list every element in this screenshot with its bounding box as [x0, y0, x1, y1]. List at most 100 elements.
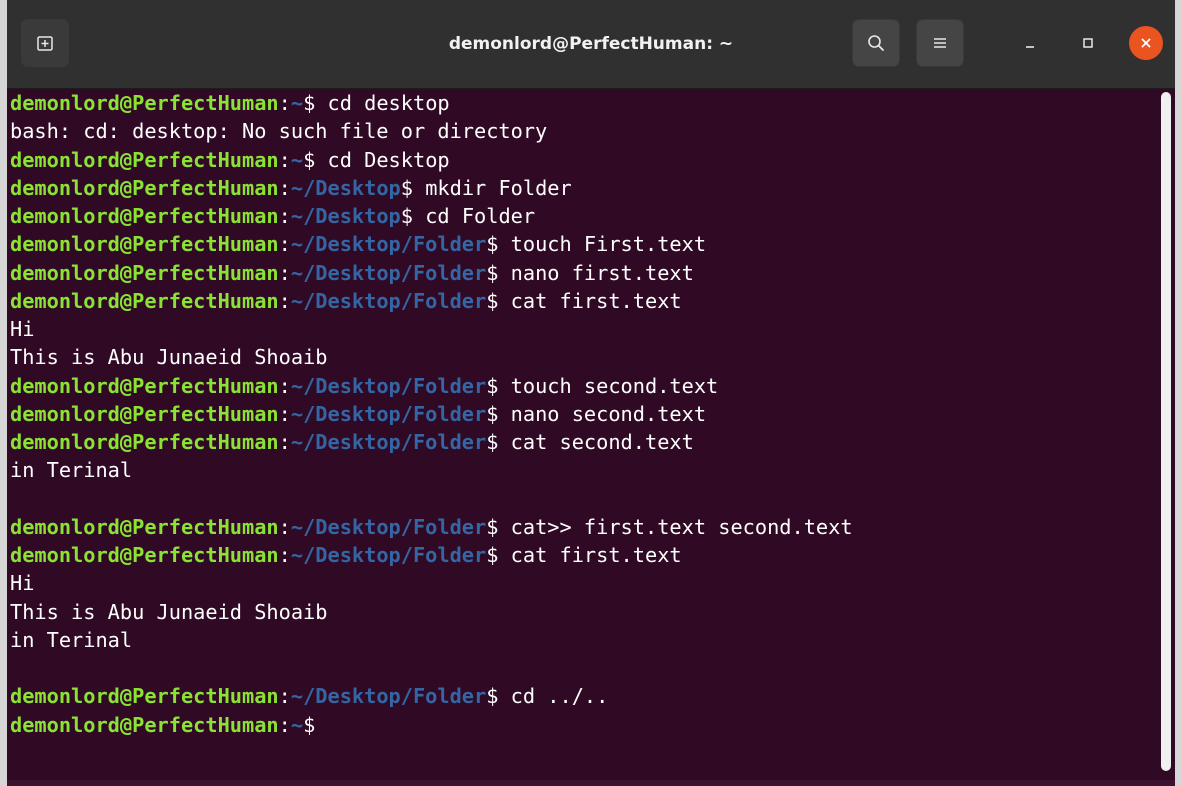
prompt-user-host: demonlord@PerfectHuman: [10, 543, 279, 567]
window-bottom-edge: [7, 780, 1175, 786]
prompt-user-host: demonlord@PerfectHuman: [10, 175, 279, 200]
prompt-separator: :: [278, 175, 291, 200]
command-text: cd Desktop: [315, 147, 450, 172]
prompt-path: ~/Desktop/Folder: [290, 260, 487, 285]
prompt-path: ~/Desktop/Folder: [290, 373, 487, 398]
prompt-user-host: demonlord@PerfectHuman: [10, 430, 279, 454]
command-text: mkdir Folder: [412, 175, 572, 200]
command-text: touch second.text: [498, 373, 719, 398]
prompt-separator: :: [278, 514, 291, 539]
output-line: This is Abu Junaeid Shoaib: [10, 345, 328, 370]
prompt-separator: :: [278, 373, 291, 398]
prompt-line: demonlord@PerfectHuman:~/Desktop/Folder$…: [10, 230, 1175, 258]
output-line: in Terinal: [10, 627, 133, 652]
prompt-separator: :: [278, 288, 291, 313]
prompt-user-host: demonlord@PerfectHuman: [10, 147, 279, 172]
minimize-icon: [1026, 46, 1034, 48]
scrollbar[interactable]: [1161, 92, 1171, 771]
hamburger-menu-icon: [934, 38, 946, 48]
new-tab-icon: [37, 36, 53, 51]
prompt-separator: :: [278, 430, 291, 454]
new-tab-button[interactable]: [21, 19, 69, 67]
prompt-line: demonlord@PerfectHuman:~/Desktop/Folder$…: [10, 372, 1175, 400]
command-text: cd Folder: [412, 204, 536, 228]
prompt-path: ~/Desktop: [290, 204, 401, 228]
command-text: touch First.text: [498, 232, 707, 257]
prompt-user-host: demonlord@PerfectHuman: [10, 260, 279, 285]
prompt-line: demonlord@PerfectHuman:~/Desktop/Folder$…: [10, 682, 1175, 710]
prompt-symbol: $: [486, 543, 499, 567]
prompt-symbol: $: [486, 288, 499, 313]
prompt-line: demonlord@PerfectHuman:~$ cd Desktop: [10, 146, 1175, 174]
prompt-separator: :: [278, 684, 291, 709]
command-text: cat second.text: [498, 430, 694, 454]
close-icon: [1141, 38, 1151, 48]
prompt-path: ~/Desktop/Folder: [290, 543, 487, 567]
prompt-symbol: $: [303, 91, 316, 115]
prompt-user-host: demonlord@PerfectHuman: [10, 514, 279, 539]
prompt-separator: :: [278, 204, 291, 228]
prompt-symbol: $: [486, 684, 499, 709]
prompt-path: ~/Desktop/Folder: [290, 288, 487, 313]
prompt-line: demonlord@PerfectHuman:~$ cd desktop: [10, 89, 1175, 117]
maximize-icon: [1083, 38, 1093, 48]
prompt-path: ~/Desktop: [290, 175, 401, 200]
prompt-separator: :: [278, 401, 291, 426]
prompt-symbol: $: [486, 232, 499, 257]
prompt-user-host: demonlord@PerfectHuman: [10, 91, 279, 115]
command-text: cat first.text: [498, 543, 682, 567]
menu-button[interactable]: [916, 19, 964, 67]
prompt-symbol: $: [303, 712, 316, 737]
minimize-button[interactable]: [1014, 27, 1046, 59]
output-line: bash: cd: desktop: No such file or direc…: [10, 119, 548, 144]
prompt-symbol: $: [486, 373, 499, 398]
output-line: This is Abu Junaeid Shoaib: [10, 599, 328, 624]
window-title: demonlord@PerfectHuman: ~: [448, 34, 734, 54]
prompt-symbol: $: [400, 204, 413, 228]
search-icon: [868, 35, 884, 51]
prompt-path: ~/Desktop/Folder: [290, 232, 487, 257]
output-line: in Terinal: [10, 458, 133, 483]
prompt-path: ~: [290, 91, 304, 115]
prompt-path: ~/Desktop/Folder: [290, 430, 487, 454]
prompt-line: demonlord@PerfectHuman:~/Desktop$ mkdir …: [10, 174, 1175, 202]
command-text: cat>> first.text second.text: [498, 514, 853, 539]
prompt-line: demonlord@PerfectHuman:~/Desktop/Folder$…: [10, 287, 1175, 315]
terminal-window: demonlord@PerfectHuman: ~ demonlord@Perf…: [0, 0, 1182, 786]
prompt-user-host: demonlord@PerfectHuman: [10, 684, 279, 709]
command-text: nano second.text: [498, 401, 707, 426]
prompt-symbol: $: [303, 147, 316, 172]
output-line: Hi: [10, 571, 35, 596]
prompt-user-host: demonlord@PerfectHuman: [10, 401, 279, 426]
terminal-output[interactable]: demonlord@PerfectHuman:~$ cd desktop bash…: [7, 89, 1175, 786]
prompt-path: ~: [290, 712, 304, 737]
prompt-separator: :: [278, 543, 291, 567]
prompt-user-host: demonlord@PerfectHuman: [10, 373, 279, 398]
title-bar[interactable]: demonlord@PerfectHuman: ~: [7, 0, 1175, 89]
prompt-path: ~/Desktop/Folder: [290, 684, 487, 709]
close-button[interactable]: [1129, 26, 1163, 60]
prompt-symbol: $: [400, 175, 413, 200]
prompt-user-host: demonlord@PerfectHuman: [10, 712, 279, 737]
prompt-path: ~/Desktop/Folder: [290, 401, 487, 426]
prompt-separator: :: [278, 147, 291, 172]
prompt-user-host: demonlord@PerfectHuman: [10, 232, 279, 257]
maximize-button[interactable]: [1072, 27, 1104, 59]
prompt-user-host: demonlord@PerfectHuman: [10, 288, 279, 313]
prompt-separator: :: [278, 260, 291, 285]
prompt-line: demonlord@PerfectHuman:~/Desktop/Folder$…: [10, 513, 1175, 541]
command-text: nano first.text: [498, 260, 694, 285]
prompt-separator: :: [278, 712, 291, 737]
prompt-symbol: $: [486, 430, 499, 454]
search-button[interactable]: [852, 19, 900, 67]
prompt-user-host: demonlord@PerfectHuman: [10, 204, 279, 228]
prompt-path: ~/Desktop/Folder: [290, 514, 487, 539]
prompt-separator: :: [278, 232, 291, 257]
prompt-separator: :: [278, 91, 291, 115]
command-text: cd ../..: [498, 684, 609, 709]
prompt-symbol: $: [486, 514, 499, 539]
command-text: cat first.text: [498, 288, 682, 313]
prompt-symbol: $: [486, 401, 499, 426]
